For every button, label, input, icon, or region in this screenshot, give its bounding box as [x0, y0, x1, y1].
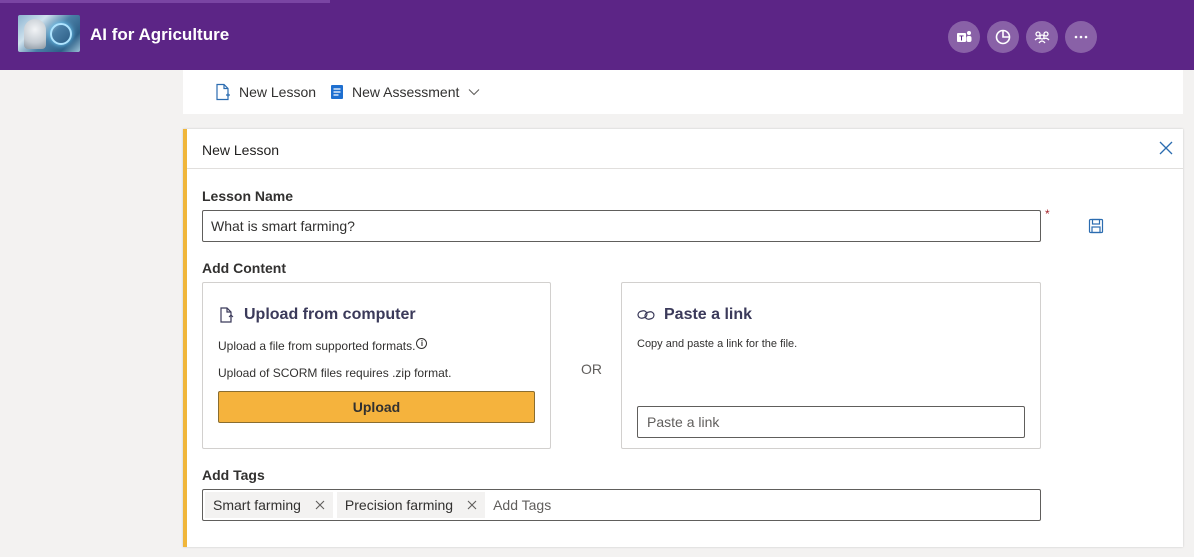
paste-link-input[interactable]: Paste a link: [637, 406, 1025, 438]
remove-tag-button[interactable]: [459, 492, 485, 518]
header-accent-line: [0, 0, 330, 3]
close-icon: [467, 500, 477, 510]
lesson-name-value: What is smart farming?: [211, 218, 355, 234]
chevron-down-icon: [468, 89, 480, 96]
more-button[interactable]: [1065, 21, 1097, 53]
new-document-icon: [216, 83, 230, 101]
link-icon: [637, 310, 655, 320]
new-assessment-command[interactable]: New Assessment: [330, 82, 480, 102]
analytics-button[interactable]: [987, 21, 1019, 53]
paste-link-card: Paste a link Copy and paste a link for t…: [621, 282, 1041, 449]
new-lesson-panel: New Lesson Lesson Name What is smart far…: [183, 129, 1183, 547]
teams-button[interactable]: T: [948, 21, 980, 53]
upload-formats-label: Upload a file from supported formats.: [218, 339, 416, 353]
glow-image: [50, 23, 72, 45]
new-lesson-label: New Lesson: [239, 84, 317, 100]
paste-link-card-title: Paste a link: [637, 306, 752, 324]
info-icon[interactable]: i: [416, 337, 428, 349]
add-tags-label: Add Tags: [202, 467, 265, 483]
more-icon: [1074, 35, 1088, 39]
robot-image: [24, 19, 46, 49]
tags-placeholder: Add Tags: [493, 497, 552, 513]
upload-card-title-text: Upload from computer: [244, 306, 416, 323]
close-icon[interactable]: [1157, 139, 1175, 157]
tag-label: Smart farming: [213, 497, 301, 513]
paste-link-description: Copy and paste a link for the file.: [637, 338, 798, 350]
upload-document-icon: [220, 307, 234, 323]
paste-link-placeholder: Paste a link: [647, 414, 720, 430]
panel-header: New Lesson: [187, 129, 1183, 169]
people-icon: [1034, 31, 1050, 44]
tag-precision-farming: Precision farming: [336, 492, 486, 518]
scorm-note-text: Upload of SCORM files requires .zip form…: [218, 366, 452, 380]
tags-input[interactable]: Smart farming Precision farming Add Tags: [202, 489, 1041, 521]
save-icon[interactable]: [1087, 217, 1105, 235]
teams-icon: T: [957, 31, 972, 43]
analytics-icon: [995, 29, 1011, 45]
lesson-name-input[interactable]: What is smart farming?: [202, 210, 1041, 242]
app-header: AI for Agriculture T: [0, 0, 1194, 70]
people-button[interactable]: [1026, 21, 1058, 53]
upload-formats-text: Upload a file from supported formats. i: [218, 337, 428, 353]
svg-text:T: T: [959, 36, 964, 43]
close-icon: [315, 500, 325, 510]
new-assessment-label: New Assessment: [352, 84, 460, 100]
upload-button[interactable]: Upload: [218, 391, 535, 423]
required-indicator: *: [1045, 207, 1050, 221]
panel-title: New Lesson: [202, 142, 280, 158]
app-title: AI for Agriculture: [90, 25, 230, 44]
tag-label: Precision farming: [344, 497, 454, 513]
command-bar: New Lesson New Assessment: [183, 70, 1183, 114]
paste-link-card-title-text: Paste a link: [664, 306, 753, 323]
upload-card: Upload from computer Upload a file from …: [202, 282, 551, 449]
or-separator: OR: [581, 361, 602, 377]
tag-smart-farming: Smart farming: [205, 492, 333, 518]
assessment-icon: [331, 85, 343, 99]
upload-card-title: Upload from computer: [219, 306, 416, 324]
lesson-name-label: Lesson Name: [202, 188, 294, 204]
remove-tag-button[interactable]: [307, 492, 333, 518]
new-lesson-command[interactable]: New Lesson: [215, 82, 316, 102]
app-logo: [18, 15, 80, 52]
add-content-label: Add Content: [202, 260, 286, 276]
